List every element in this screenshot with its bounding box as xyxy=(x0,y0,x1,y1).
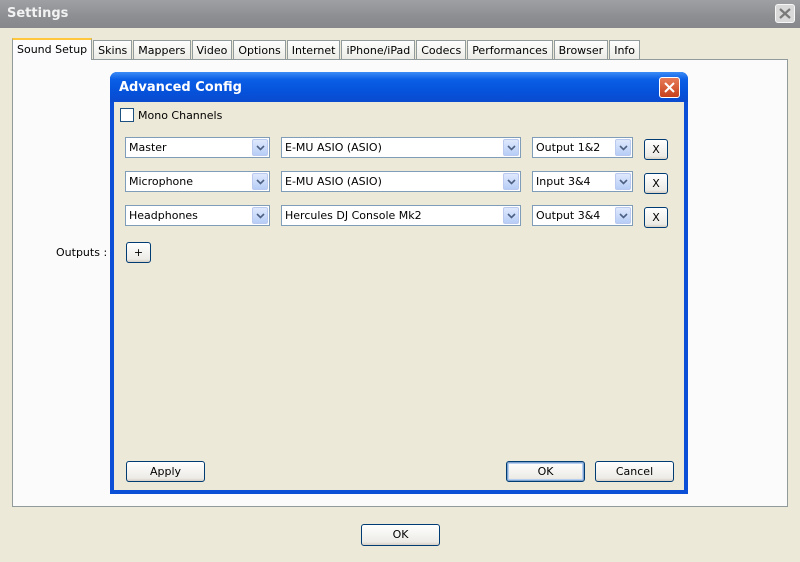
dropdown-arrow[interactable] xyxy=(615,139,631,156)
remove-row-button[interactable]: X xyxy=(644,139,668,160)
outputs-label: Outputs : xyxy=(56,246,108,259)
dropdown-arrow[interactable] xyxy=(503,173,519,190)
dropdown-arrow[interactable] xyxy=(252,139,268,156)
port-value: Input 3&4 xyxy=(536,175,591,188)
device-value: Hercules DJ Console Mk2 xyxy=(285,209,422,222)
close-icon xyxy=(664,82,675,93)
chevron-down-icon xyxy=(507,145,516,151)
add-output-button[interactable]: + xyxy=(126,242,151,263)
device-select[interactable]: E-MU ASIO (ASIO) xyxy=(281,171,521,192)
dropdown-arrow[interactable] xyxy=(615,207,631,224)
port-select[interactable]: Output 3&4 xyxy=(532,205,633,226)
chevron-down-icon xyxy=(256,145,265,151)
channel-value: Headphones xyxy=(129,209,198,222)
tab-internet[interactable]: Internet xyxy=(286,40,341,59)
remove-row-button[interactable]: X xyxy=(644,207,668,228)
settings-ok-button[interactable]: OK xyxy=(361,524,440,546)
tab-options[interactable]: Options xyxy=(233,40,286,59)
tab-mappers[interactable]: Mappers xyxy=(133,40,191,59)
device-value: E-MU ASIO (ASIO) xyxy=(285,175,382,188)
channel-select[interactable]: Headphones xyxy=(125,205,270,226)
tab-strip: Sound Setup Skins Mappers Video Options … xyxy=(12,38,641,60)
chevron-down-icon xyxy=(256,179,265,185)
tab-video[interactable]: Video xyxy=(191,40,233,59)
tab-info[interactable]: Info xyxy=(609,40,641,59)
chevron-down-icon xyxy=(507,179,516,185)
dialog-titlebar: Advanced Config xyxy=(110,72,688,102)
mono-channels-checkbox[interactable] xyxy=(120,108,134,122)
dialog-cancel-button[interactable]: Cancel xyxy=(595,461,674,482)
dropdown-arrow[interactable] xyxy=(503,139,519,156)
dropdown-arrow[interactable] xyxy=(252,207,268,224)
window-titlebar: Settings xyxy=(0,0,800,28)
channel-value: Microphone xyxy=(129,175,194,188)
port-value: Output 3&4 xyxy=(536,209,601,222)
dialog-title: Advanced Config xyxy=(119,80,242,95)
chevron-down-icon xyxy=(507,213,516,219)
device-value: E-MU ASIO (ASIO) xyxy=(285,141,382,154)
dropdown-arrow[interactable] xyxy=(615,173,631,190)
window-close-button[interactable] xyxy=(775,4,795,23)
chevron-down-icon xyxy=(619,179,628,185)
tab-sound-setup[interactable]: Sound Setup xyxy=(12,38,93,60)
tab-iphone-ipad[interactable]: iPhone/iPad xyxy=(341,40,416,59)
dropdown-arrow[interactable] xyxy=(252,173,268,190)
tab-codecs[interactable]: Codecs xyxy=(416,40,467,59)
dialog-ok-button[interactable]: OK xyxy=(506,461,585,482)
dialog-close-button[interactable] xyxy=(659,77,680,98)
mono-channels-label: Mono Channels xyxy=(138,108,223,122)
dropdown-arrow[interactable] xyxy=(503,207,519,224)
channel-value: Master xyxy=(129,141,167,154)
window-title: Settings xyxy=(7,6,69,21)
remove-row-button[interactable]: X xyxy=(644,173,668,194)
port-select[interactable]: Input 3&4 xyxy=(532,171,633,192)
chevron-down-icon xyxy=(256,213,265,219)
close-icon xyxy=(779,8,791,19)
tab-skins[interactable]: Skins xyxy=(93,40,133,59)
dialog-body: Mono Channels Master E-MU ASIO (ASIO) Ou… xyxy=(114,102,684,490)
apply-button[interactable]: Apply xyxy=(126,461,205,482)
tab-performances[interactable]: Performances xyxy=(467,40,553,59)
chevron-down-icon xyxy=(619,145,628,151)
tab-browser[interactable]: Browser xyxy=(553,40,609,59)
port-select[interactable]: Output 1&2 xyxy=(532,137,633,158)
device-select[interactable]: E-MU ASIO (ASIO) xyxy=(281,137,521,158)
channel-select[interactable]: Microphone xyxy=(125,171,270,192)
chevron-down-icon xyxy=(619,213,628,219)
port-value: Output 1&2 xyxy=(536,141,601,154)
advanced-config-dialog: Advanced Config Mono Channels Master E-M… xyxy=(110,72,688,494)
mono-channels-option[interactable]: Mono Channels xyxy=(120,108,222,122)
device-select[interactable]: Hercules DJ Console Mk2 xyxy=(281,205,521,226)
channel-select[interactable]: Master xyxy=(125,137,270,158)
